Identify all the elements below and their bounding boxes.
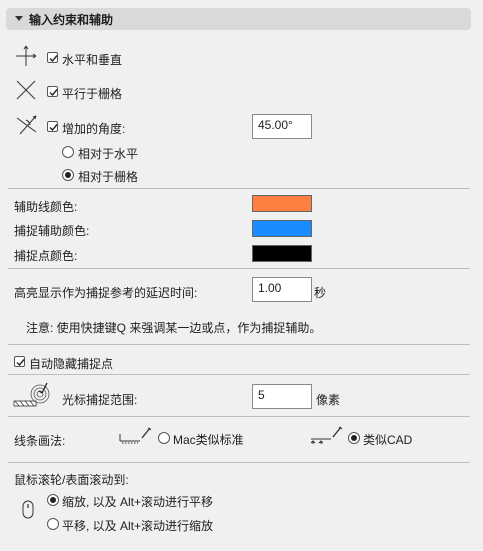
cad-style-radio[interactable] bbox=[348, 432, 360, 444]
highlight-delay-unit: 秒 bbox=[314, 286, 327, 300]
cursor-snap-unit: 像素 bbox=[316, 393, 341, 407]
mouse-icon bbox=[22, 500, 34, 523]
parallel-grid-label: 平行于栅格 bbox=[62, 87, 123, 101]
parallel-grid-checkbox[interactable] bbox=[47, 86, 58, 97]
snap-point-color-label: 捕捉点颜色: bbox=[14, 249, 78, 263]
relative-grid-label: 相对于栅格 bbox=[78, 170, 139, 184]
divider bbox=[8, 416, 470, 417]
cursor-snap-target-icon bbox=[12, 380, 52, 413]
mac-style-radio[interactable] bbox=[158, 432, 170, 444]
snap-guide-color-swatch[interactable] bbox=[252, 220, 312, 237]
collapse-triangle-icon[interactable] bbox=[15, 16, 23, 21]
note-text: 注意: 使用快捷键Q 来强调某一边或点，作为捕捉辅助。 bbox=[26, 321, 322, 335]
angle-increment-label: 增加的角度: bbox=[62, 122, 126, 136]
cad-style-drawing-icon bbox=[309, 424, 345, 451]
angle-increment-icon bbox=[14, 112, 40, 141]
auto-hide-checkbox[interactable] bbox=[14, 356, 25, 367]
zoom-scroll-radio[interactable] bbox=[47, 494, 59, 506]
snap-guide-color-label: 捕捉辅助颜色: bbox=[14, 224, 90, 238]
divider bbox=[8, 268, 470, 269]
orthogonal-cross-icon bbox=[14, 44, 38, 71]
section-header[interactable]: 输入约束和辅助 bbox=[6, 8, 471, 30]
mac-style-label: Mac类似标准 bbox=[173, 433, 244, 447]
highlight-delay-label: 高亮显示作为捕捉参考的延迟时间: bbox=[14, 286, 198, 300]
cursor-snap-label: 光标捕捉范围: bbox=[62, 393, 138, 407]
divider bbox=[8, 188, 470, 189]
horizontal-vertical-checkbox[interactable] bbox=[47, 52, 58, 63]
zoom-scroll-label: 缩放, 以及 Alt+滚动进行平移 bbox=[62, 495, 214, 509]
section-title: 输入约束和辅助 bbox=[29, 13, 114, 27]
relative-horizontal-label: 相对于水平 bbox=[78, 147, 139, 161]
line-drawing-label: 线条画法: bbox=[14, 434, 66, 448]
divider bbox=[8, 344, 470, 345]
cursor-snap-input[interactable]: 5 bbox=[252, 384, 312, 409]
cad-style-label: 类似CAD bbox=[363, 433, 413, 447]
scroll-behavior-label: 鼠标滚轮/表面滚动到: bbox=[14, 473, 129, 487]
diagonal-cross-icon bbox=[14, 78, 38, 105]
pan-scroll-label: 平移, 以及 Alt+滚动进行缩放 bbox=[62, 519, 214, 533]
angle-increment-checkbox[interactable] bbox=[47, 121, 58, 132]
guide-line-color-swatch[interactable] bbox=[252, 195, 312, 212]
divider bbox=[8, 374, 470, 375]
guide-line-color-label: 辅助线颜色: bbox=[14, 200, 78, 214]
auto-hide-label: 自动隐藏捕捉点 bbox=[29, 357, 114, 371]
pan-scroll-radio[interactable] bbox=[47, 518, 59, 530]
mac-style-drawing-icon bbox=[118, 424, 154, 451]
relative-horizontal-radio[interactable] bbox=[62, 146, 74, 158]
horizontal-vertical-label: 水平和垂直 bbox=[62, 53, 123, 67]
divider bbox=[8, 462, 470, 463]
relative-grid-radio[interactable] bbox=[62, 169, 74, 181]
snap-point-color-swatch[interactable] bbox=[252, 245, 312, 262]
angle-value-input[interactable]: 45.00° bbox=[252, 114, 312, 139]
highlight-delay-input[interactable]: 1.00 bbox=[252, 277, 312, 302]
